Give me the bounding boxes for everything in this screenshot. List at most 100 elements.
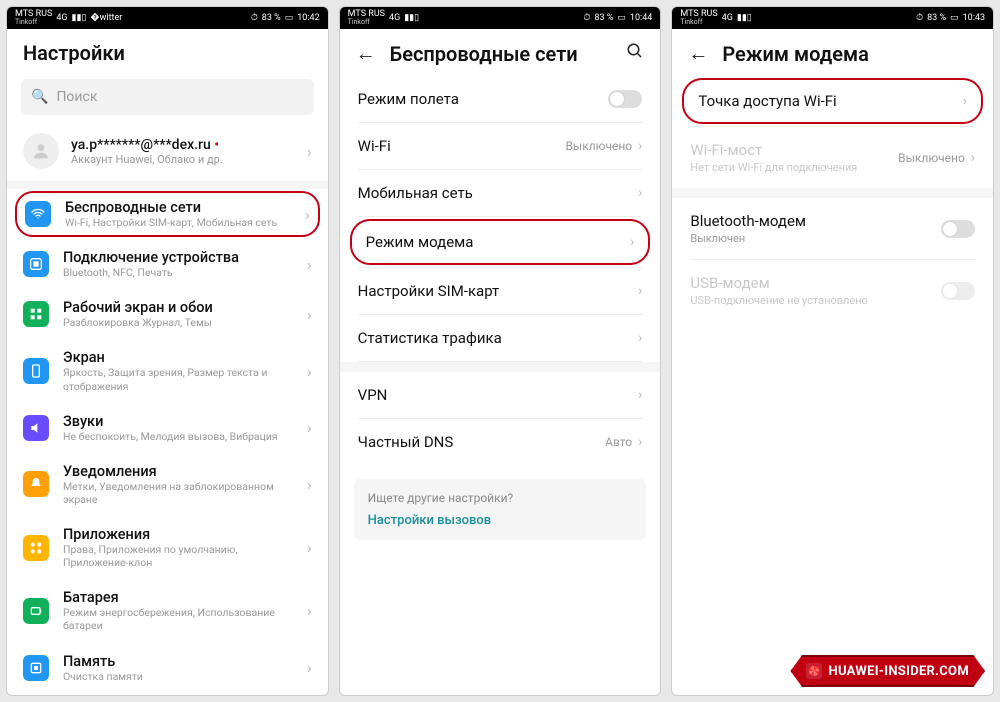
call-settings-link[interactable]: Настройки вызовов (368, 513, 633, 528)
settings-row-bell[interactable]: УведомленияМетки, Уведомления на заблоки… (7, 453, 328, 516)
mem-icon (23, 655, 49, 681)
row-label: Звуки (63, 413, 293, 430)
other-settings-box: Ищете другие настройки? Настройки вызово… (354, 479, 647, 540)
phone-screen-3: MTS RUSTinkoff 4G ▮▮▯ ⏱ 83 % ▭ 10:43 ← Р… (671, 6, 994, 696)
settings-row-sound[interactable]: ЗвукиНе беспокоить, Мелодия вызова, Вибр… (7, 403, 328, 453)
phone-icon (23, 358, 49, 384)
search-placeholder: Поиск (56, 89, 97, 105)
wireless-row[interactable]: Wi-FiВыключено› (340, 123, 661, 169)
row-sub: Выключен (690, 232, 806, 245)
alarm-icon: ⏱ (916, 13, 923, 23)
page-title: Режим модема (722, 42, 977, 66)
row-sub: Метки, Уведомления на заблокированном эк… (63, 480, 293, 506)
tether-row: USB-модемUSB-подключение не установлено (672, 260, 993, 321)
row-value: Авто (605, 435, 632, 449)
toggle[interactable] (941, 220, 975, 238)
wireless-row[interactable]: Статистика трафика › (340, 315, 661, 361)
back-button[interactable]: ← (688, 41, 708, 66)
settings-row-wifi[interactable]: Беспроводные сетиWi-Fi, Настройки SIM-ка… (15, 191, 320, 237)
signal-icon: ▮▮▯ (72, 13, 87, 23)
row-label: Батарея (63, 589, 293, 606)
settings-row-batt[interactable]: БатареяРежим энергосбережения, Использов… (7, 579, 328, 642)
row-label: Точка доступа Wi-Fi (698, 92, 836, 110)
settings-row-phone[interactable]: ЭкранЯркость, Защита зрения, Размер текс… (7, 339, 328, 402)
signal-icon: ▮▮▯ (737, 13, 752, 23)
tether-row[interactable]: Bluetooth-модем Выключен (672, 198, 993, 259)
search-input[interactable]: 🔍 Поиск (21, 79, 314, 115)
wireless-row[interactable]: Настройки SIM-карт› (340, 268, 661, 314)
lte-label: 4G (722, 13, 733, 23)
avatar (23, 133, 59, 169)
wireless-row[interactable]: Режим полета (340, 76, 661, 122)
separator (358, 216, 643, 217)
wireless-row[interactable]: VPN› (340, 372, 661, 418)
status-bar: MTS RUS Tinkoff 4G ▮▮▯ �witter ⏱ 83 % ▭ … (7, 7, 328, 29)
chevron-right-icon: › (638, 330, 642, 346)
chevron-right-icon: › (307, 362, 312, 381)
row-sub: USB-подключение не установлено (690, 294, 868, 307)
battery-icon: ▭ (950, 13, 959, 23)
signal-icon: ▮▮▯ (404, 13, 419, 23)
row-label: Беспроводные сети (65, 199, 291, 216)
tether-row[interactable]: Точка доступа Wi-Fi› (684, 80, 981, 122)
settings-row-apps[interactable]: ПриложенияПрава, Приложения по умолчанию… (7, 516, 328, 579)
row-sub: Нет сети Wi-Fi для подключения (690, 161, 857, 174)
apps-icon (23, 535, 49, 561)
row-label: Подключение устройства (63, 249, 293, 266)
watermark-badge: HUAWEI-INSIDER.COM (790, 655, 985, 687)
chevron-right-icon: › (638, 434, 642, 450)
battery-pct: 83 % (594, 13, 613, 23)
row-label: Статистика трафика (358, 329, 502, 347)
row-label: Настройки SIM-карт (358, 282, 500, 300)
chevron-right-icon: › (630, 234, 634, 250)
status-bar: MTS RUSTinkoff 4G ▮▮▯ ⏱ 83 % ▭ 10:44 (340, 7, 661, 29)
chevron-right-icon: › (638, 185, 642, 201)
chevron-right-icon: › (307, 538, 312, 557)
row-label: Режим полета (358, 90, 459, 108)
wifi-icon: �witter (90, 13, 122, 23)
toggle[interactable] (608, 90, 642, 108)
row-value: Выключено (898, 151, 965, 165)
row-label: Уведомления (63, 463, 293, 480)
chevron-right-icon: › (971, 150, 975, 166)
sound-icon (23, 415, 49, 441)
row-label: Память (63, 653, 293, 670)
chevron-right-icon: › (638, 387, 642, 403)
row-sub: Очистка памяти (63, 670, 293, 683)
row-label: Режим модема (366, 233, 474, 251)
account-row[interactable]: ya.p*******@***dex.ru • Аккаунт Huawei, … (7, 125, 328, 181)
row-label: Рабочий экран и обои (63, 299, 293, 316)
highlighted-row: Режим модема › (350, 219, 651, 265)
row-label: Bluetooth-модем (690, 212, 806, 230)
battery-pct: 83 % (262, 13, 281, 23)
chevron-right-icon: › (305, 205, 310, 224)
row-sub: Wi-Fi, Настройки SIM-карт, Мобильная сет… (65, 216, 291, 229)
wireless-row[interactable]: Частный DNSАвто› (340, 419, 661, 465)
huawei-logo-icon (806, 663, 822, 679)
row-label: Экран (63, 349, 293, 366)
settings-row-mem[interactable]: ПамятьОчистка памяти › (7, 643, 328, 693)
back-button[interactable]: ← (356, 41, 376, 66)
account-sub: Аккаунт Huawei, Облако и др. (71, 153, 295, 166)
settings-row-link[interactable]: Подключение устройстваBluetooth, NFC, Пе… (7, 239, 328, 289)
clock: 10:43 (963, 13, 985, 23)
chevron-right-icon: › (307, 142, 312, 161)
wireless-row[interactable]: Режим модема › (352, 221, 649, 263)
settings-row-grid[interactable]: Рабочий экран и обоиРазблокировка Журнал… (7, 289, 328, 339)
lte-label: 4G (56, 13, 67, 23)
wireless-row[interactable]: Мобильная сеть › (340, 170, 661, 216)
alarm-icon: ⏱ (583, 13, 590, 23)
account-email: ya.p*******@***dex.ru • (71, 137, 295, 153)
lte-label: 4G (389, 13, 400, 23)
battery-icon: ▭ (285, 13, 294, 23)
screen-header: Настройки (7, 29, 328, 75)
search-icon[interactable] (626, 42, 644, 65)
batt-icon (23, 598, 49, 624)
row-label: Wi-Fi-мост (690, 141, 857, 159)
row-label: Мобильная сеть (358, 184, 473, 202)
phone-screen-1: MTS RUS Tinkoff 4G ▮▮▯ �witter ⏱ 83 % ▭ … (6, 6, 329, 696)
alarm-icon: ⏱ (251, 13, 258, 23)
block-divider (672, 188, 993, 198)
chevron-right-icon: › (307, 658, 312, 677)
chevron-right-icon: › (307, 255, 312, 274)
